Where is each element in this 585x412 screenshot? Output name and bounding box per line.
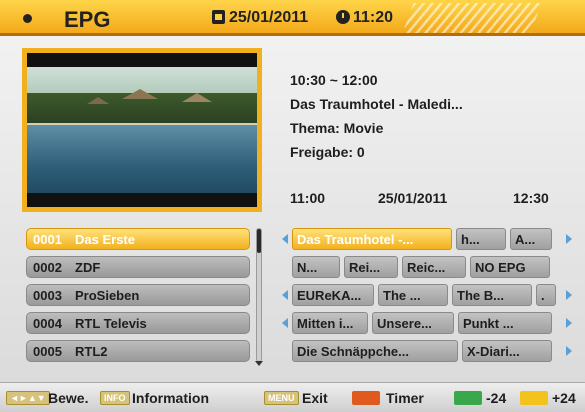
info-key-icon: INFO xyxy=(100,391,130,405)
move-keys-icon: ◄►▲▼ xyxy=(6,391,50,405)
scroll-right-icon[interactable] xyxy=(566,346,572,356)
scroll-left-icon[interactable] xyxy=(282,234,288,244)
scrollbar-thumb[interactable] xyxy=(257,229,261,253)
exit-label: Exit xyxy=(302,390,328,406)
epg-screen: EPG 25/01/2011 11:20 10:30 ~ 12:00 Das T… xyxy=(0,0,585,412)
scroll-left-icon[interactable] xyxy=(282,318,288,328)
timeline-start: 11:00 xyxy=(290,190,326,206)
header-date: 25/01/2011 xyxy=(229,9,309,26)
bullet-icon xyxy=(23,14,32,23)
timeline: 11:00 25/01/2011 12:30 xyxy=(290,190,560,210)
channel-number: 0003 xyxy=(33,288,62,303)
epg-event[interactable]: Das Traumhotel -... xyxy=(292,228,452,250)
epg-event[interactable]: Unsere... xyxy=(372,312,454,334)
footer-legend: ◄►▲▼ Bewe. INFO Information MENU Exit Ti… xyxy=(0,382,585,412)
epg-event[interactable]: EUReKA... xyxy=(292,284,374,306)
channel-name: ZDF xyxy=(75,260,101,275)
green-key-icon xyxy=(454,391,482,405)
information-label: Information xyxy=(132,390,209,406)
channel-number: 0004 xyxy=(33,316,62,331)
epg-event[interactable]: NO EPG xyxy=(470,256,550,278)
epg-event[interactable]: X-Diari... xyxy=(462,340,552,362)
epg-event[interactable]: Mitten i... xyxy=(292,312,368,334)
header-bar: EPG 25/01/2011 11:20 xyxy=(0,0,585,36)
page-title: EPG xyxy=(64,7,111,32)
channel-item[interactable]: 0002 ZDF xyxy=(26,256,250,278)
epg-row: EUReKA... The ... The B... . xyxy=(282,284,572,306)
red-key-icon xyxy=(352,391,380,405)
video-preview xyxy=(27,53,257,207)
header-time: 11:20 xyxy=(353,9,394,26)
program-thema: Thema: Movie xyxy=(290,120,384,136)
program-title: Das Traumhotel - Maledi... xyxy=(290,96,463,112)
move-label: Bewe. xyxy=(48,390,89,406)
channel-name: Das Erste xyxy=(75,232,135,247)
epg-event[interactable]: N... xyxy=(292,256,340,278)
channel-number: 0002 xyxy=(33,260,62,275)
channel-name: RTL Televis xyxy=(75,316,147,331)
channel-item[interactable]: 0003 ProSieben xyxy=(26,284,250,306)
timeline-date: 25/01/2011 xyxy=(378,190,448,206)
epg-row: Die Schnäppche... X-Diari... xyxy=(282,340,572,362)
channel-name: RTL2 xyxy=(75,344,108,359)
channel-scrollbar[interactable] xyxy=(255,228,263,366)
menu-key-icon: MENU xyxy=(264,391,299,405)
scroll-right-icon[interactable] xyxy=(566,234,572,244)
channel-number: 0001 xyxy=(33,232,62,247)
epg-event[interactable]: . xyxy=(536,284,556,306)
scroll-left-icon[interactable] xyxy=(282,290,288,300)
epg-event[interactable]: Rei... xyxy=(344,256,398,278)
calendar-icon xyxy=(212,10,225,24)
epg-event[interactable]: Reic... xyxy=(402,256,466,278)
program-info: 10:30 ~ 12:00 Das Traumhotel - Maledi...… xyxy=(290,68,463,164)
minus-24-label: -24 xyxy=(486,390,507,406)
video-preview-frame xyxy=(22,48,262,212)
yellow-key-icon xyxy=(520,391,548,405)
channel-list: 0001 Das Erste 0002 ZDF 0003 ProSieben 0… xyxy=(26,228,250,368)
plus-24-label: +24 xyxy=(552,390,576,406)
epg-grid: Das Traumhotel -... h... A... N... Rei..… xyxy=(282,228,572,368)
clock-icon xyxy=(336,10,350,24)
epg-row: Das Traumhotel -... h... A... xyxy=(282,228,572,250)
program-time-range: 10:30 ~ 12:00 xyxy=(290,72,378,88)
scroll-down-arrow-icon xyxy=(255,361,263,366)
scroll-right-icon[interactable] xyxy=(566,318,572,328)
channel-item[interactable]: 0004 RTL Televis xyxy=(26,312,250,334)
channel-number: 0005 xyxy=(33,344,62,359)
epg-row: Mitten i... Unsere... Punkt ... xyxy=(282,312,572,334)
epg-event[interactable]: The ... xyxy=(378,284,448,306)
epg-row: N... Rei... Reic... NO EPG xyxy=(282,256,572,278)
epg-event[interactable]: The B... xyxy=(452,284,532,306)
scroll-right-icon[interactable] xyxy=(566,290,572,300)
timer-label: Timer xyxy=(386,390,424,406)
epg-event[interactable]: A... xyxy=(510,228,552,250)
program-freigabe: Freigabe: 0 xyxy=(290,144,365,160)
epg-event[interactable]: h... xyxy=(456,228,506,250)
header-decoration xyxy=(402,3,542,33)
channel-item[interactable]: 0001 Das Erste xyxy=(26,228,250,250)
channel-name: ProSieben xyxy=(75,288,140,303)
epg-event[interactable]: Punkt ... xyxy=(458,312,552,334)
timeline-end: 12:30 xyxy=(513,190,549,206)
channel-item[interactable]: 0005 RTL2 xyxy=(26,340,250,362)
epg-event[interactable]: Die Schnäppche... xyxy=(292,340,458,362)
